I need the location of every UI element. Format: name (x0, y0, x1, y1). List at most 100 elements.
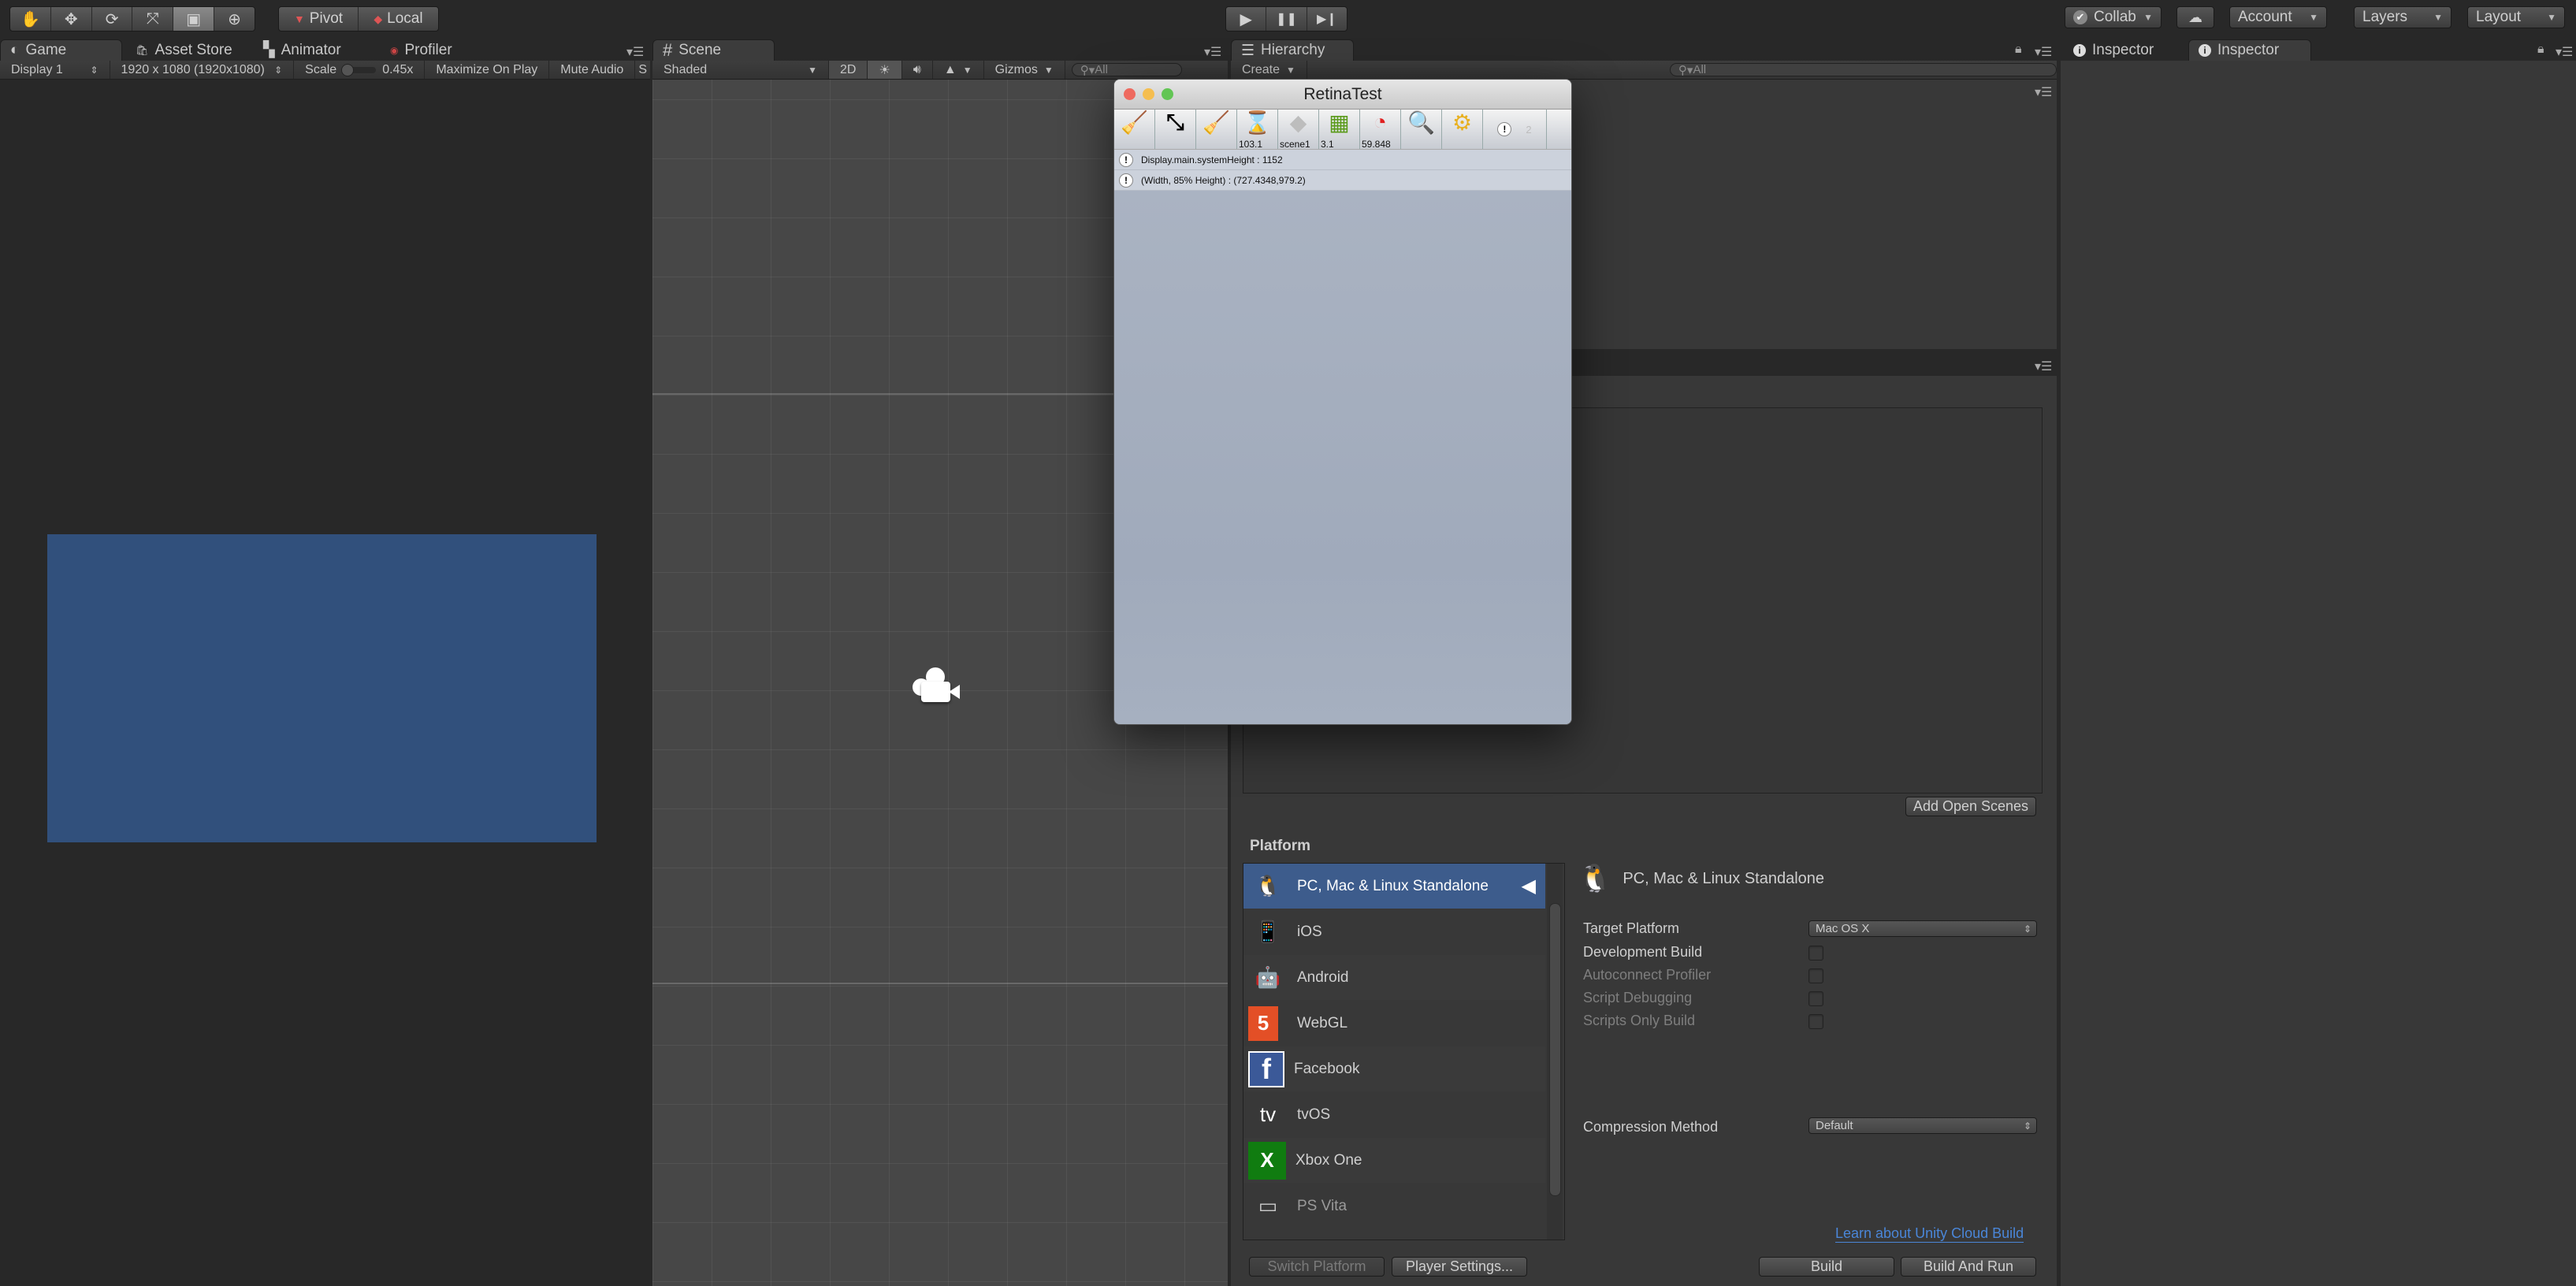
pivot-button[interactable]: ▼ Pivot (279, 7, 359, 31)
stats-toggle[interactable]: S (635, 61, 650, 79)
platform-list-scrollbar[interactable] (1547, 864, 1563, 1240)
clear-button[interactable]: 🧹 (1114, 110, 1155, 149)
account-dropdown[interactable]: Account ▼ (2229, 6, 2327, 28)
lighting-toggle[interactable]: ☀ (868, 61, 902, 79)
transform-tool-button[interactable]: ⊕ (214, 7, 255, 31)
window-titlebar[interactable]: RetinaTest (1114, 80, 1571, 110)
minimize-button[interactable] (1143, 88, 1154, 100)
scene-button[interactable]: ◆ scene1 (1278, 110, 1319, 150)
lock-icon[interactable]: 🔒︎ (2537, 43, 2544, 57)
slider-track[interactable] (341, 63, 377, 76)
cloud-button[interactable]: ☁ (2176, 6, 2214, 28)
log-text: Display.main.systemHeight : 1152 (1141, 154, 1283, 165)
panel-menu-icon[interactable]: ▾☰ (2556, 44, 2573, 60)
fps-button[interactable]: ◔ 59.848 (1360, 110, 1401, 150)
gear-info-icon: ⚙ (1452, 110, 1473, 135)
build-and-run-button[interactable]: Build And Run (1901, 1257, 2036, 1277)
platform-item-tvos[interactable]: tv tvOS (1243, 1092, 1545, 1137)
mute-audio-toggle[interactable]: Mute Audio (549, 61, 636, 79)
development-build-checkbox[interactable] (1808, 946, 1823, 961)
scale-slider[interactable]: Scale 0.45x (294, 61, 426, 79)
scene-search-input[interactable]: ⚲▾ All (1071, 63, 1182, 77)
platform-item-xbox-one[interactable]: X Xbox One (1243, 1138, 1545, 1183)
tab-game[interactable]: ◐ Game (0, 39, 122, 61)
rect-tool-button[interactable]: ▣ (173, 7, 215, 31)
compression-method-label: Compression Method (1583, 1119, 1719, 1135)
pivot-local-group: ▼ Pivot ◆ Local (278, 6, 439, 32)
2d-toggle[interactable]: 2D (829, 61, 868, 79)
autoconnect-profiler-checkbox[interactable] (1808, 968, 1823, 983)
tab-hierarchy[interactable]: ☰ Hierarchy (1231, 39, 1354, 61)
tab-inspector-1[interactable]: i Inspector (2064, 39, 2174, 61)
chevron-down-icon: ▼ (808, 64, 817, 76)
scripts-only-build-label: Scripts Only Build (1583, 1013, 1696, 1028)
unity-broom-icon: 🧹 (1203, 110, 1230, 135)
panel-menu-icon[interactable]: ▾☰ (1204, 44, 1221, 60)
create-dropdown[interactable]: Create ▼ (1231, 61, 1307, 79)
maximize-on-play-toggle[interactable]: Maximize On Play (425, 61, 550, 79)
audio-toggle[interactable]: 🔊︎ (902, 61, 933, 79)
tab-asset-store[interactable]: 🛍 Asset Store (126, 39, 252, 61)
panel-menu-icon[interactable]: ▾☰ (2035, 359, 2052, 374)
effects-dropdown[interactable]: ▲ ▼ (933, 61, 984, 79)
log-entry[interactable]: ! (Width, 85% Height) : (727.4348,979.2) (1114, 170, 1571, 191)
local-button[interactable]: ◆ Local (359, 7, 438, 31)
close-button[interactable] (1124, 88, 1136, 100)
platform-item-android[interactable]: 🤖 Android (1243, 955, 1545, 1000)
add-open-scenes-button[interactable]: Add Open Scenes (1905, 797, 2036, 816)
time-button[interactable]: ⌛ 103.1 (1237, 110, 1278, 150)
camera-gizmo-icon[interactable] (913, 667, 965, 707)
clear-on-play-button[interactable]: 🧹 (1196, 110, 1237, 149)
platform-item-ps-vita[interactable]: ▭ PS Vita (1243, 1184, 1545, 1228)
target-platform-dropdown[interactable]: Mac OS X ⇕ (1808, 920, 2037, 937)
cloud-build-link[interactable]: Learn about Unity Cloud Build (1835, 1225, 2024, 1243)
profiler-icon: ◉ (390, 44, 399, 56)
move-tool-button[interactable]: ✥ (51, 7, 92, 31)
panel-menu-icon[interactable]: ▾☰ (2035, 44, 2052, 60)
tab-inspector-2[interactable]: i Inspector (2188, 39, 2311, 61)
scripts-only-build-checkbox[interactable] (1808, 1014, 1823, 1029)
tab-animator[interactable]: ▚ Animator (254, 39, 380, 61)
hand-tool-button[interactable]: ✋ (10, 7, 51, 31)
game-view[interactable] (0, 80, 650, 1286)
script-debugging-checkbox[interactable] (1808, 991, 1823, 1006)
layers-dropdown[interactable]: Layers ▼ (2354, 6, 2451, 28)
compression-method-dropdown[interactable]: Default ⇕ (1808, 1117, 2037, 1134)
layout-dropdown[interactable]: Layout ▼ (2467, 6, 2565, 28)
tab-profiler[interactable]: ◉ Profiler (381, 39, 507, 61)
slider-thumb[interactable] (341, 63, 355, 76)
memory-button[interactable]: ▦ 3.1 (1319, 110, 1360, 150)
display-dropdown[interactable]: Display 1 ⇕ (0, 61, 110, 79)
platform-label: Xbox One (1295, 1151, 1362, 1169)
player-settings-button[interactable]: Player Settings... (1392, 1257, 1527, 1277)
step-button[interactable]: ▶❙ (1307, 7, 1347, 31)
panel-menu-icon[interactable]: ▾☰ (626, 44, 644, 60)
platform-item-standalone[interactable]: 🐧 PC, Mac & Linux Standalone ◀ (1243, 864, 1545, 909)
panel-menu-icon[interactable]: ▾☰ (2035, 84, 2052, 100)
search-button[interactable]: 🔍 (1401, 110, 1442, 149)
pause-button[interactable]: ❚❚ (1266, 7, 1307, 31)
platform-item-webgl[interactable]: 5 WebGL (1243, 1001, 1545, 1046)
collapse-button[interactable]: ⤡ (1155, 110, 1196, 149)
scrollbar-thumb[interactable] (1549, 903, 1561, 1196)
rotate-tool-button[interactable]: ⟳ (92, 7, 133, 31)
shading-dropdown[interactable]: Shaded ▼ (652, 61, 829, 79)
tab-scene[interactable]: # Scene (652, 39, 775, 61)
zoom-button[interactable] (1162, 88, 1173, 100)
log-entry[interactable]: ! Display.main.systemHeight : 1152 (1114, 150, 1571, 170)
resolution-dropdown[interactable]: 1920 x 1080 (1920x1080) ⇕ (110, 61, 295, 79)
search-icon: ⚲▾ (1678, 63, 1693, 77)
log-filter-button[interactable]: ! 2 (1483, 110, 1547, 149)
hierarchy-search-input[interactable]: ⚲▾ All (1669, 63, 2057, 77)
platform-item-facebook[interactable]: f Facebook (1243, 1046, 1545, 1091)
build-button[interactable]: Build (1759, 1257, 1894, 1277)
platform-item-ios[interactable]: 📱 iOS (1243, 909, 1545, 954)
switch-platform-button[interactable]: Switch Platform (1249, 1257, 1385, 1277)
chevron-down-icon: ▼ (2433, 12, 2443, 23)
lock-icon[interactable]: 🔒︎ (2015, 43, 2022, 57)
settings-info-button[interactable]: ⚙ (1442, 110, 1483, 149)
play-button[interactable]: ▶ (1226, 7, 1267, 31)
collab-dropdown[interactable]: ✔ Collab ▼ (2065, 6, 2162, 28)
scale-tool-button[interactable]: ⤧ (132, 7, 174, 31)
gizmos-dropdown[interactable]: Gizmos ▼ (984, 61, 1065, 79)
